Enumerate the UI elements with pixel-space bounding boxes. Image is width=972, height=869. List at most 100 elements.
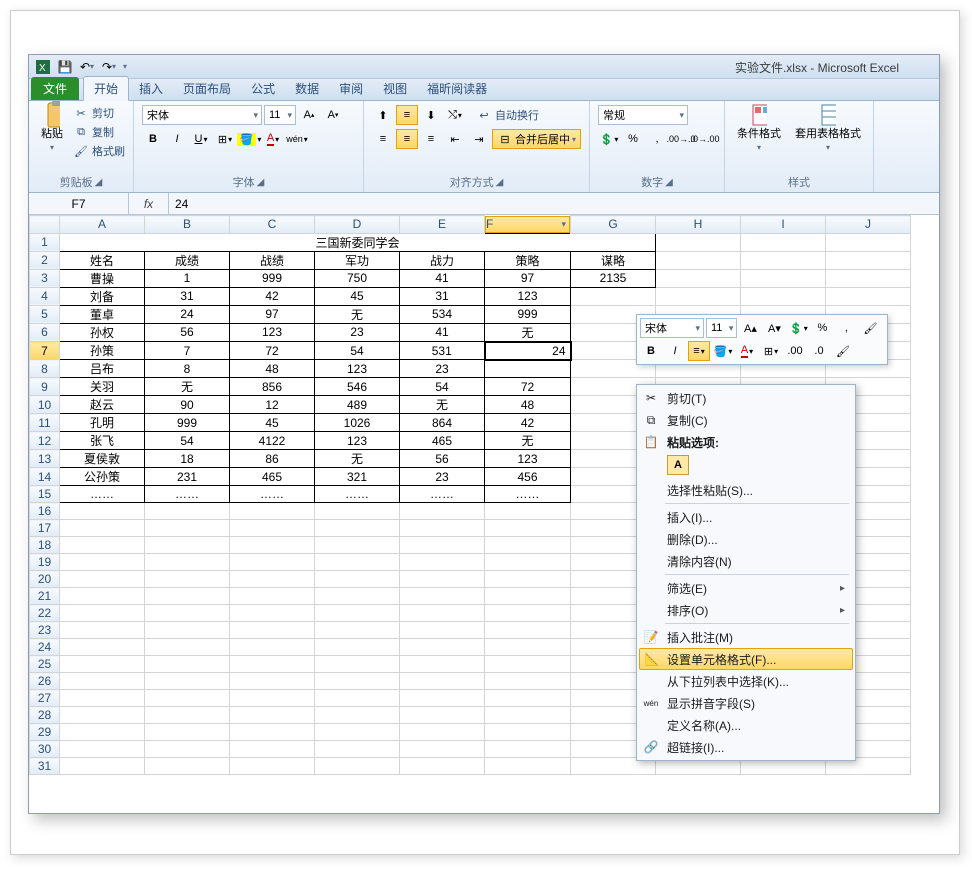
mini-italic[interactable]: I	[664, 341, 686, 361]
col-header-G[interactable]: G	[571, 216, 656, 234]
cell-C20[interactable]	[230, 571, 315, 588]
format-painter-button[interactable]: 🖌格式刷	[73, 143, 125, 159]
font-family-select[interactable]: 宋体	[142, 105, 262, 125]
cell-E9[interactable]: 54	[400, 378, 485, 396]
ctx-comment[interactable]: 📝插入批注(M)	[639, 626, 853, 648]
cell-E11[interactable]: 864	[400, 414, 485, 432]
col-header-F[interactable]: F	[485, 216, 570, 233]
cell-F13[interactable]: 123	[485, 450, 571, 468]
mini-fill[interactable]: 🪣	[712, 341, 734, 361]
row-header-28[interactable]: 28	[30, 707, 60, 724]
mini-font-color[interactable]: A	[736, 341, 758, 361]
ctx-pinyin[interactable]: wén显示拼音字段(S)	[639, 692, 853, 714]
cell-A22[interactable]	[60, 605, 145, 622]
cell-F28[interactable]	[485, 707, 571, 724]
orientation-button[interactable]: ⤭	[444, 105, 466, 125]
cell-B21[interactable]	[145, 588, 230, 605]
cell-C6[interactable]: 123	[230, 323, 315, 342]
cell-E31[interactable]	[400, 758, 485, 775]
cell-G4[interactable]	[571, 287, 656, 305]
cell-A12[interactable]: 张飞	[60, 432, 145, 450]
col-header-A[interactable]: A	[60, 216, 145, 234]
col-header-D[interactable]: D	[315, 216, 400, 234]
row-header-13[interactable]: 13	[30, 450, 60, 468]
cell-F10[interactable]: 48	[485, 396, 571, 414]
col-header-H[interactable]: H	[656, 216, 741, 234]
cell-E5[interactable]: 534	[400, 305, 485, 323]
cell-C30[interactable]	[230, 741, 315, 758]
cell-F3[interactable]: 97	[485, 269, 571, 287]
tab-view[interactable]: 视图	[373, 77, 417, 100]
align-right-button[interactable]: ≡	[420, 129, 442, 149]
cell-A4[interactable]: 刘备	[60, 287, 145, 305]
ctx-filter[interactable]: 筛选(E)	[639, 577, 853, 599]
cell-B27[interactable]	[145, 690, 230, 707]
cell-E20[interactable]	[400, 571, 485, 588]
cell-F29[interactable]	[485, 724, 571, 741]
cell-A2[interactable]: 姓名	[60, 251, 145, 269]
mini-brush2[interactable]: 🖌	[832, 341, 854, 361]
cell-A7[interactable]: 孙策	[60, 342, 145, 360]
tab-insert[interactable]: 插入	[129, 77, 173, 100]
cell-F26[interactable]	[485, 673, 571, 690]
row-header-15[interactable]: 15	[30, 486, 60, 503]
cell-D5[interactable]: 无	[315, 305, 400, 323]
cell-F20[interactable]	[485, 571, 571, 588]
align-left-button[interactable]: ≡	[372, 129, 394, 149]
cell-F5[interactable]: 999	[485, 305, 571, 323]
cell-F21[interactable]	[485, 588, 571, 605]
ctx-format-cells[interactable]: 📐设置单元格格式(F)...	[639, 648, 853, 670]
cell-C2[interactable]: 战绩	[230, 251, 315, 269]
cell-E10[interactable]: 无	[400, 396, 485, 414]
cell-E22[interactable]	[400, 605, 485, 622]
increase-decimal-button[interactable]: .00→.0	[670, 129, 692, 149]
cell-B26[interactable]	[145, 673, 230, 690]
cell-D7[interactable]: 54	[315, 342, 400, 360]
cell-B19[interactable]	[145, 554, 230, 571]
col-header-I[interactable]: I	[741, 216, 826, 234]
underline-button[interactable]: U	[190, 129, 212, 149]
tab-home[interactable]: 开始	[83, 76, 129, 101]
row-header-1[interactable]: 1	[30, 233, 60, 251]
cell-C28[interactable]	[230, 707, 315, 724]
cell-F8[interactable]	[485, 360, 571, 378]
cell-A10[interactable]: 赵云	[60, 396, 145, 414]
cell-A8[interactable]: 吕布	[60, 360, 145, 378]
grow-font-button[interactable]: A▴	[298, 105, 320, 125]
cell-A6[interactable]: 孙权	[60, 323, 145, 342]
cell-B23[interactable]	[145, 622, 230, 639]
cell-F30[interactable]	[485, 741, 571, 758]
cell-B3[interactable]: 1	[145, 269, 230, 287]
cell-A27[interactable]	[60, 690, 145, 707]
cell-C31[interactable]	[230, 758, 315, 775]
cell-B10[interactable]: 90	[145, 396, 230, 414]
increase-indent-button[interactable]: ⇥	[468, 129, 490, 149]
title-cell[interactable]: 三国新委同学会	[60, 233, 656, 251]
cell-F11[interactable]: 42	[485, 414, 571, 432]
ctx-define-name[interactable]: 定义名称(A)...	[639, 714, 853, 736]
cell-E14[interactable]: 23	[400, 468, 485, 486]
cell-I2[interactable]	[741, 251, 826, 269]
cell-D18[interactable]	[315, 537, 400, 554]
cell-C19[interactable]	[230, 554, 315, 571]
cell-F7[interactable]: 24	[485, 342, 571, 360]
mini-font-size[interactable]: 11	[706, 318, 737, 338]
cell-B25[interactable]	[145, 656, 230, 673]
cell-B22[interactable]	[145, 605, 230, 622]
cell-A14[interactable]: 公孙策	[60, 468, 145, 486]
cell-E28[interactable]	[400, 707, 485, 724]
cell-E16[interactable]	[400, 503, 485, 520]
cell-D21[interactable]	[315, 588, 400, 605]
cell-B12[interactable]: 54	[145, 432, 230, 450]
cell-J1[interactable]	[826, 233, 911, 251]
cell-E21[interactable]	[400, 588, 485, 605]
cell-F6[interactable]: 无	[485, 323, 571, 342]
cell-C12[interactable]: 4122	[230, 432, 315, 450]
cell-F14[interactable]: 456	[485, 468, 571, 486]
border-button[interactable]: ⊞	[214, 129, 236, 149]
cell-E6[interactable]: 41	[400, 323, 485, 342]
cell-A21[interactable]	[60, 588, 145, 605]
cell-E23[interactable]	[400, 622, 485, 639]
fx-button[interactable]: fx	[129, 193, 169, 214]
cell-A17[interactable]	[60, 520, 145, 537]
